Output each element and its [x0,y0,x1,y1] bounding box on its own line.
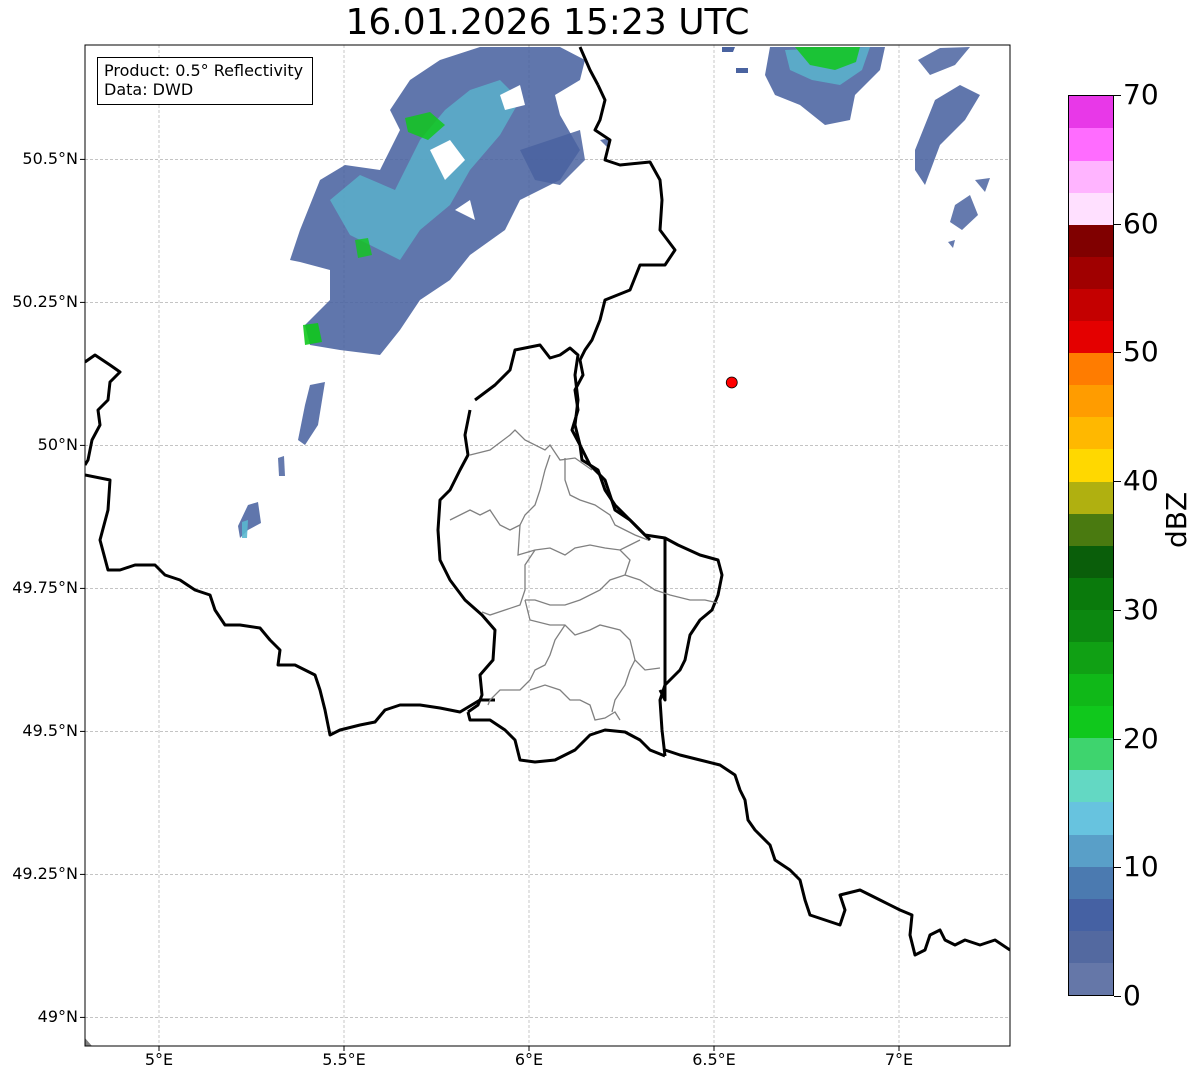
colorbar-tick-label: 0 [1123,979,1141,1012]
colorbar-segment [1069,353,1113,386]
colorbar-tick-label: 60 [1123,206,1159,240]
colorbar-segment [1069,930,1113,963]
colorbar-segment [1069,898,1113,931]
colorbar-segment [1069,770,1113,803]
lon-tick-label: 5.5°E [322,1050,366,1069]
colorbar-segment [1069,449,1113,482]
colorbar-segment [1069,96,1113,129]
colorbar-tick [1114,223,1121,225]
colorbar-tick [1114,867,1121,869]
lat-tick-label: 49°N [37,1007,78,1027]
colorbar-tick-label: 40 [1123,464,1159,498]
echo-strip-2 [278,456,285,476]
colorbar-tick-label: 30 [1123,592,1159,626]
echo-strip-3-core [242,520,248,538]
colorbar-segment [1069,288,1113,322]
colorbar-segment [1069,706,1113,739]
colorbar-tick [1114,738,1121,740]
lon-tick-label: 7°E [884,1050,914,1069]
colorbar-tick-label: 10 [1123,850,1159,884]
colorbar-segment [1069,128,1113,161]
colorbar-segment [1069,802,1113,835]
colorbar-tick-label: 20 [1123,721,1159,755]
lat-tick-label: 49.75°N [12,578,78,598]
colorbar-segment [1069,545,1113,578]
info-box: Product: 0.5° Reflectivity Data: DWD [97,57,313,105]
colorbar-tick [1114,481,1121,483]
data-source-label: Data: DWD [104,80,194,99]
colorbar-tick [1114,95,1121,96]
lat-tick-label: 50°N [37,435,78,455]
colorbar-segment [1069,866,1113,899]
product-label: Product: 0.5° Reflectivity [104,61,304,80]
lon-tick-label: 6.5°E [692,1050,736,1069]
lat-tick-label: 50.5°N [22,149,78,169]
colorbar-segment [1069,192,1113,225]
colorbar-segment [1069,577,1113,610]
colorbar-segment [1069,256,1113,289]
lat-tick-label: 49.5°N [22,721,78,741]
colorbar-tick [1114,352,1121,354]
colorbar-segment [1069,417,1113,450]
colorbar-tick [1114,609,1121,611]
colorbar [1068,95,1114,996]
colorbar-segment [1069,674,1113,707]
colorbar-segment [1069,224,1113,257]
radar-map [80,44,1011,1051]
radar-site-marker [725,376,738,389]
lat-tick-label: 49.25°N [12,864,78,884]
colorbar-segment [1069,513,1113,546]
lon-tick-label: 5°E [144,1050,174,1069]
colorbar-segment [1069,962,1113,995]
colorbar-tick-label: 70 [1123,78,1159,111]
colorbar-segment [1069,321,1113,354]
colorbar-segment [1069,834,1113,867]
lon-tick-label: 6°E [514,1050,544,1069]
colorbar-segment [1069,481,1113,514]
colorbar-segment [1069,738,1113,771]
colorbar-segment [1069,160,1113,193]
lat-tick-label: 50.25°N [12,292,78,312]
colorbar-segment [1069,385,1113,418]
colorbar-segment [1069,609,1113,642]
colorbar-tick [1114,996,1121,997]
colorbar-unit-label: dBZ [1160,491,1193,548]
colorbar-segment [1069,641,1113,675]
colorbar-tick-label: 50 [1123,335,1159,369]
